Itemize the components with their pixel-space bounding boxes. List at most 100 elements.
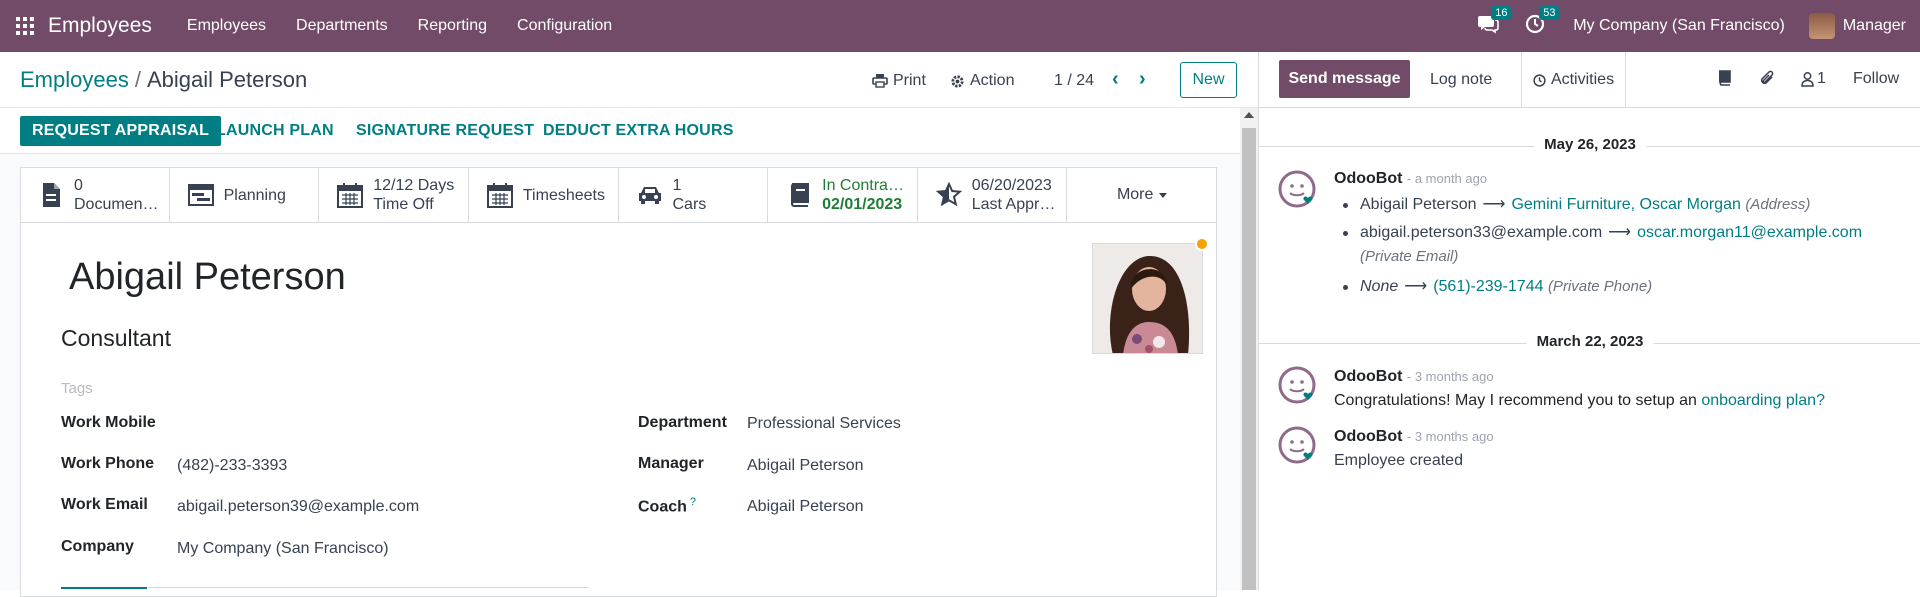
star-icon	[935, 182, 962, 207]
arrow-right-icon: ⟶	[1482, 196, 1506, 213]
manager-label: Manager	[638, 455, 704, 472]
followers-count: 1	[1817, 70, 1826, 87]
gear-icon	[951, 74, 964, 88]
message-date: - 3 months ago	[1406, 429, 1494, 444]
tracking-new-value: (561)-239-1744	[1433, 278, 1544, 295]
coach-label: Coach?	[638, 496, 696, 516]
last-appraisal-date: 06/20/2023	[971, 177, 1052, 194]
breadcrumb: Employees / Abigail Peterson	[20, 67, 307, 93]
company-label: Company	[61, 538, 134, 555]
work-email-input[interactable]: abigail.peterson39@example.com	[177, 498, 419, 516]
form-scrollbar-thumb[interactable]	[1242, 128, 1256, 590]
log-note-button[interactable]: Log note	[1430, 71, 1492, 89]
tracking-value-address: Abigail Peterson ⟶ Gemini Furniture, Oscar…	[1360, 194, 1810, 214]
messages-button[interactable]: 16	[1477, 6, 1512, 38]
tracking-value-phone: None ⟶ (561)-239-1744 (Private Phone)	[1360, 276, 1652, 296]
company-input[interactable]: My Company (San Francisco)	[177, 540, 389, 558]
menu-departments[interactable]: Departments	[296, 17, 388, 35]
pager-value[interactable]: 1 / 24	[1054, 72, 1094, 90]
menu-configuration[interactable]: Configuration	[517, 17, 612, 35]
cars-smart-button[interactable]: 1 Cars	[619, 167, 769, 223]
documents-count: 0	[74, 177, 83, 194]
paperclip-icon[interactable]	[1759, 70, 1775, 92]
action-button[interactable]: Action	[950, 72, 1014, 90]
activities-button[interactable]: 53	[1525, 6, 1560, 38]
followers-button[interactable]: 1	[1801, 70, 1826, 88]
documents-label: Documen…	[74, 196, 159, 213]
print-label: Print	[893, 72, 926, 89]
cars-label: Cars	[672, 196, 707, 213]
author-name[interactable]: OdooBot	[1334, 368, 1402, 385]
deduct-extra-hours-button[interactable]: DEDUCT EXTRA HOURS	[531, 116, 746, 146]
pager-next-icon[interactable]: ›	[1139, 68, 1146, 91]
employee-name-field[interactable]: Abigail Peterson	[69, 256, 346, 299]
coach-help-icon[interactable]: ?	[690, 496, 696, 508]
clock-icon	[1533, 73, 1546, 87]
arrow-right-icon: ⟶	[1404, 278, 1428, 295]
activities-button-chatter[interactable]: Activities	[1521, 52, 1626, 108]
app-name[interactable]: Employees	[48, 14, 152, 38]
planning-icon	[187, 184, 214, 206]
chatter-topbar: Send message Log note Activities 1 Follo…	[1259, 52, 1920, 108]
new-button[interactable]: New	[1180, 62, 1237, 98]
author-name[interactable]: OdooBot	[1334, 170, 1402, 187]
apps-menu-icon[interactable]	[16, 17, 34, 35]
tracking-old-value: abigail.peterson33@example.com	[1360, 224, 1603, 241]
more-smart-buttons[interactable]: More	[1067, 167, 1217, 223]
employee-photo[interactable]	[1092, 243, 1203, 354]
messages-count-badge: 16	[1491, 6, 1512, 20]
contract-smart-button[interactable]: In Contra… 02/01/2023	[768, 167, 918, 223]
timesheets-smart-button[interactable]: Timesheets	[469, 167, 619, 223]
department-input[interactable]: Professional Services	[747, 415, 901, 433]
print-button[interactable]: Print	[872, 72, 926, 90]
message-body: Employee created	[1334, 452, 1463, 470]
onboarding-plan-link[interactable]: onboarding plan?	[1701, 392, 1825, 409]
date-separator: March 22, 2023	[1259, 333, 1920, 353]
activities-count-badge: 53	[1539, 6, 1560, 20]
odoobot-avatar	[1278, 170, 1318, 210]
breadcrumb-employees[interactable]: Employees	[20, 67, 129, 92]
form-sheet	[20, 167, 1217, 597]
breadcrumb-current: Abigail Peterson	[146, 67, 308, 92]
user-menu[interactable]: Manager	[1843, 17, 1906, 35]
planning-smart-button[interactable]: Planning	[170, 167, 320, 223]
menu-employees[interactable]: Employees	[187, 17, 266, 35]
top-navbar: Employees Employees Departments Reportin…	[0, 0, 1920, 52]
job-title-field[interactable]: Consultant	[61, 325, 171, 352]
bullet	[1343, 231, 1348, 236]
follow-button[interactable]: Follow	[1853, 70, 1899, 88]
work-mobile-label: Work Mobile	[61, 414, 156, 431]
manager-input[interactable]: Abigail Peterson	[747, 457, 864, 475]
tracking-field-email: (Private Email)	[1360, 248, 1458, 266]
book-icon[interactable]	[1717, 70, 1731, 91]
signature-request-button[interactable]: SIGNATURE REQUEST	[344, 116, 546, 146]
company-switcher[interactable]: My Company (San Francisco)	[1573, 17, 1785, 35]
send-message-button[interactable]: Send message	[1279, 60, 1410, 98]
message-body: Congratulations! May I recommend you to …	[1334, 392, 1825, 410]
documents-smart-button[interactable]: 0 Documen…	[20, 167, 170, 223]
pager-previous-icon[interactable]: ‹	[1112, 68, 1119, 91]
breadcrumb-separator: /	[134, 67, 141, 92]
tracking-field-name: (Private Email)	[1360, 248, 1459, 265]
odoobot-avatar	[1278, 426, 1318, 466]
tracking-old-value: None	[1360, 278, 1399, 295]
launch-plan-button[interactable]: LAUNCH PLAN	[204, 116, 346, 146]
bullet	[1343, 285, 1348, 290]
appraisal-smart-button[interactable]: 06/20/2023 Last Appr…	[918, 167, 1068, 223]
work-phone-input[interactable]: (482)-233-3393	[177, 457, 287, 475]
request-appraisal-button[interactable]: REQUEST APPRAISAL	[20, 116, 222, 146]
tracking-old-value: Abigail Peterson	[1360, 196, 1477, 213]
arrow-right-icon: ⟶	[1608, 224, 1632, 241]
work-phone-label: Work Phone	[61, 455, 155, 472]
user-avatar[interactable]	[1808, 13, 1835, 39]
tags-field[interactable]: Tags	[61, 380, 93, 397]
form-statusbar: REQUEST APPRAISAL LAUNCH PLAN SIGNATURE …	[0, 108, 1240, 154]
chatter-panel: Send message Log note Activities 1 Follo…	[1258, 52, 1920, 590]
department-label: Department	[638, 414, 727, 431]
author-name[interactable]: OdooBot	[1334, 428, 1402, 445]
time-off-smart-button[interactable]: 12/12 Days Time Off	[319, 167, 469, 223]
scroll-up-arrow-icon[interactable]	[1244, 112, 1254, 118]
menu-reporting[interactable]: Reporting	[418, 17, 487, 35]
coach-input[interactable]: Abigail Peterson	[747, 498, 864, 516]
date-separator-label: March 22, 2023	[1526, 333, 1654, 350]
